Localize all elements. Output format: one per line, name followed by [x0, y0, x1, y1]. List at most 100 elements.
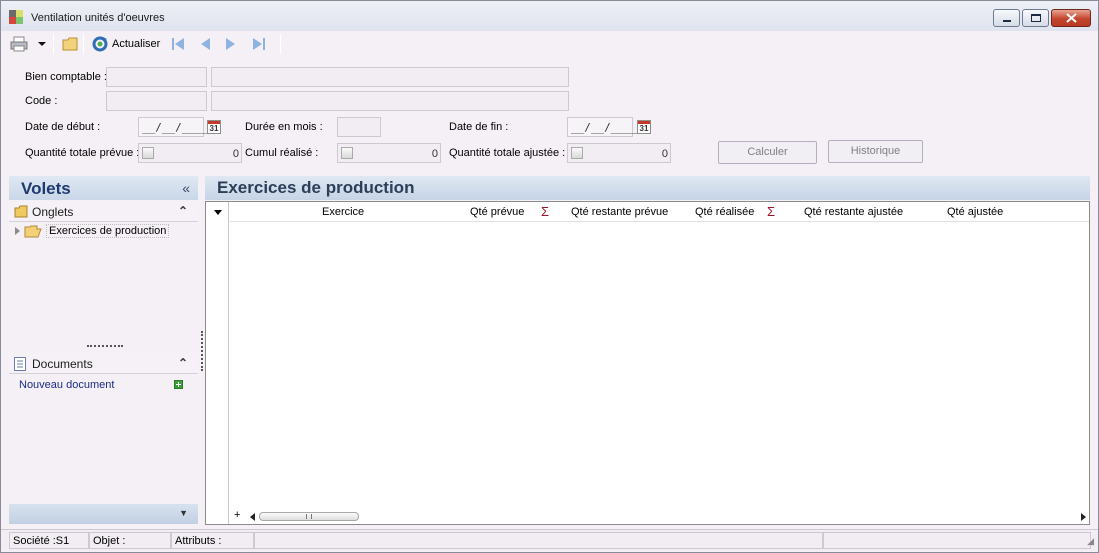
expand-arrow-icon[interactable] [15, 227, 20, 235]
refresh-label: Actualiser [112, 38, 161, 50]
maximize-button[interactable] [1022, 9, 1049, 27]
close-button[interactable] [1051, 9, 1091, 27]
qte-totale-ajustee-label: Quantité totale ajustée : [449, 147, 566, 159]
open-folder-button[interactable] [62, 33, 78, 55]
volets-title: Volets [21, 179, 71, 198]
bien-comptable-name-field[interactable] [211, 67, 569, 87]
code-field[interactable] [106, 91, 207, 111]
date-fin-field[interactable]: __/__/____ [567, 117, 637, 137]
print-icon [10, 36, 28, 52]
spin-button-icon[interactable] [142, 147, 154, 159]
onglets-group-header[interactable]: Onglets ⌃ [9, 202, 198, 222]
maximize-icon [1031, 14, 1041, 22]
qte-totale-prevue-label: Quantité totale prévue : [25, 147, 140, 159]
horizontal-splitter[interactable] [87, 345, 123, 347]
scroll-left-icon[interactable] [250, 513, 255, 521]
historique-button[interactable]: Historique [828, 140, 923, 163]
refresh-button[interactable]: Actualiser [92, 33, 160, 55]
minimize-icon [1003, 20, 1011, 22]
next-record-button[interactable] [225, 33, 237, 55]
last-record-button[interactable] [252, 33, 266, 55]
toolbar-separator [53, 34, 54, 54]
status-societe: Société :S1 [9, 532, 89, 549]
resize-grip-icon[interactable]: ◢ [1087, 536, 1094, 547]
bien-comptable-label: Bien comptable : [25, 71, 107, 83]
cumul-realise-field[interactable]: 0 [337, 143, 441, 163]
date-debut-field[interactable]: __/__/____ [138, 117, 208, 137]
documents-group-header[interactable]: Documents ⌃ [9, 354, 198, 374]
sum-icon: Σ [767, 204, 776, 219]
next-icon [226, 38, 235, 50]
window-title: Ventilation unités d'oeuvres [31, 12, 165, 24]
minimize-button[interactable] [993, 9, 1020, 27]
close-icon [1066, 13, 1077, 23]
duree-field[interactable] [337, 117, 381, 137]
title-bar: Ventilation unités d'oeuvres [1, 1, 1098, 31]
scroll-right-icon[interactable] [1081, 513, 1086, 521]
toolbar: Actualiser [1, 31, 1098, 57]
toolbar-separator [83, 34, 84, 54]
print-dropdown[interactable] [38, 33, 46, 55]
duree-label: Durée en mois : [245, 121, 323, 133]
row-indicator-column [206, 202, 229, 524]
grid-header: Exercice Qté prévue Σ Qté restante prévu… [230, 202, 1089, 222]
column-header-qte-realisee[interactable]: Qté réalisée [695, 206, 754, 218]
calendar-icon[interactable]: 31 [207, 120, 221, 134]
collapse-group-icon[interactable]: ⌃ [178, 204, 188, 218]
documents-label: Documents [32, 357, 93, 371]
qte-totale-prevue-field[interactable]: 0 [138, 143, 242, 163]
add-document-icon[interactable] [174, 380, 183, 389]
chevron-down-icon[interactable]: ▼ [179, 508, 188, 518]
collapse-group-icon[interactable]: ⌃ [178, 356, 188, 370]
cumul-realise-label: Cumul réalisé : [245, 147, 319, 159]
status-attributs: Attributs : [171, 532, 254, 549]
date-fin-label: Date de fin : [449, 121, 509, 133]
dropdown-icon [38, 42, 46, 46]
qte-totale-prevue-value: 0 [232, 148, 239, 160]
code-description-field[interactable] [211, 91, 569, 111]
tree-item-label: Exercices de production [46, 224, 170, 238]
toolbar-separator [280, 34, 281, 54]
scroll-thumb[interactable] [259, 512, 359, 521]
add-row-icon[interactable]: + [234, 509, 240, 521]
new-document-link[interactable]: Nouveau document [19, 379, 114, 391]
tree-item-exercices[interactable]: Exercices de production [15, 223, 170, 239]
page-title: Exercices de production [217, 178, 415, 197]
column-chooser-icon[interactable] [214, 210, 222, 215]
column-header-qte-restante-prevue[interactable]: Qté restante prévue [571, 206, 668, 218]
status-bar: Société :S1 Objet : Attributs : ◢ [1, 529, 1098, 551]
column-header-exercice[interactable]: Exercice [322, 206, 364, 218]
horizontal-scrollbar[interactable]: + [230, 509, 1088, 524]
exercices-grid[interactable]: Exercice Qté prévue Σ Qté restante prévu… [205, 201, 1090, 525]
open-folder-icon [24, 225, 42, 237]
column-header-qte-restante-ajustee[interactable]: Qté restante ajustée [804, 206, 903, 218]
panel-options-bar[interactable]: ▼ [9, 504, 198, 524]
folder-icon [14, 205, 28, 218]
cumul-realise-value: 0 [431, 148, 438, 160]
calendar-icon[interactable]: 31 [637, 120, 651, 134]
collapse-panel-icon[interactable]: « [182, 180, 190, 196]
print-button[interactable] [10, 33, 28, 55]
volets-panel-header: Volets « [9, 176, 198, 200]
qte-totale-ajustee-value: 0 [661, 148, 668, 160]
previous-record-button[interactable] [199, 33, 211, 55]
spin-button-icon[interactable] [341, 147, 353, 159]
document-icon [14, 357, 26, 371]
app-icon [9, 10, 25, 26]
vertical-splitter[interactable] [201, 331, 203, 371]
column-header-qte-ajustee[interactable]: Qté ajustée [947, 206, 1003, 218]
code-label: Code : [25, 95, 58, 107]
first-record-button[interactable] [171, 33, 185, 55]
qte-totale-ajustee-field[interactable]: 0 [567, 143, 671, 163]
bien-comptable-code-field[interactable] [106, 67, 207, 87]
column-header-qte-prevue[interactable]: Qté prévue [470, 206, 524, 218]
grip-icon [306, 514, 312, 519]
folder-icon [62, 37, 78, 51]
spin-button-icon[interactable] [571, 147, 583, 159]
sum-icon: Σ [541, 204, 550, 219]
calculer-button[interactable]: Calculer [718, 141, 817, 164]
onglets-label: Onglets [32, 205, 74, 219]
main-window: Ventilation unités d'oeuvres Actualiser … [0, 0, 1099, 553]
status-objet: Objet : [89, 532, 171, 549]
first-icon [172, 38, 184, 50]
